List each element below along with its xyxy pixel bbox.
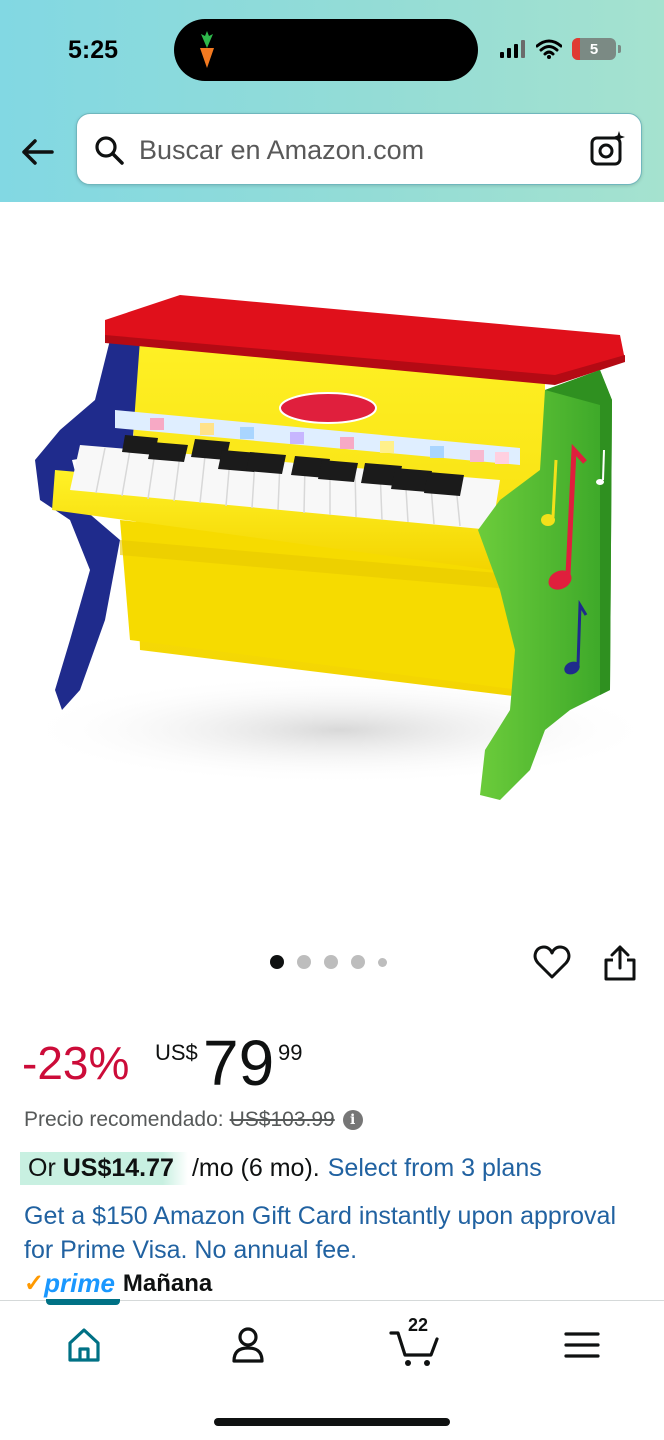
prime-check-icon: ✓ bbox=[24, 1269, 45, 1297]
carousel-dot[interactable] bbox=[351, 955, 365, 969]
back-arrow-icon[interactable] bbox=[18, 132, 58, 172]
select-plans-link[interactable]: Select from 3 plans bbox=[328, 1154, 542, 1183]
list-price-value: US$103.99 bbox=[229, 1108, 335, 1131]
price-currency: US$ bbox=[155, 1040, 198, 1065]
account-icon[interactable] bbox=[226, 1323, 270, 1367]
bottom-navigation: 22 bbox=[0, 1299, 664, 1440]
discount-percentage: -23% bbox=[22, 1037, 130, 1089]
search-icon bbox=[95, 136, 124, 165]
price-whole: 79 bbox=[203, 1027, 275, 1099]
carousel-dot[interactable] bbox=[324, 955, 338, 969]
carrot-app-icon bbox=[200, 31, 214, 68]
cellular-signal-icon bbox=[500, 40, 525, 58]
battery-level: 5 bbox=[589, 40, 599, 58]
share-icon[interactable] bbox=[602, 944, 638, 982]
product-image-toy-piano[interactable] bbox=[0, 210, 664, 930]
battery-cap bbox=[618, 45, 621, 53]
search-input[interactable] bbox=[139, 130, 559, 170]
menu-icon[interactable] bbox=[560, 1323, 604, 1367]
financing-term: /mo (6 mo). bbox=[191, 1154, 320, 1182]
heart-icon[interactable] bbox=[532, 943, 572, 983]
carousel-dot[interactable] bbox=[378, 957, 387, 967]
delivery-day: Mañana bbox=[122, 1269, 213, 1297]
app-header: 5:25 5 bbox=[0, 0, 664, 202]
dynamic-island bbox=[174, 19, 478, 81]
status-icons: 5 bbox=[500, 38, 621, 60]
financing-row: Or US$14.77 /mo (6 mo). Select from 3 pl… bbox=[20, 1152, 542, 1185]
wifi-icon bbox=[536, 39, 562, 59]
active-tab-indicator bbox=[46, 1299, 120, 1305]
list-price-label: Precio recomendado: bbox=[24, 1108, 224, 1131]
carousel-dot[interactable] bbox=[270, 955, 284, 969]
carousel-dot[interactable] bbox=[297, 955, 311, 969]
prime-visa-promo-link[interactable]: Get a $150 Amazon Gift Card instantly up… bbox=[24, 1199, 624, 1267]
info-icon[interactable]: i bbox=[342, 1110, 363, 1130]
status-time: 5:25 bbox=[68, 36, 119, 64]
image-carousel-dots[interactable] bbox=[270, 955, 387, 969]
battery-indicator: 5 bbox=[572, 38, 621, 60]
cart-count: 22 bbox=[408, 1315, 429, 1335]
battery-fill bbox=[572, 38, 580, 60]
camera-lens-icon[interactable] bbox=[589, 130, 627, 168]
search-bar[interactable] bbox=[76, 113, 642, 185]
home-indicator-bar[interactable] bbox=[214, 1418, 450, 1426]
prime-logo: prime bbox=[44, 1268, 115, 1298]
list-price-row: Precio recomendado: US$103.99 i bbox=[24, 1108, 363, 1132]
financing-amount: US$14.77 bbox=[62, 1154, 174, 1182]
financing-highlight: Or US$14.77 bbox=[20, 1152, 188, 1185]
home-icon[interactable] bbox=[62, 1323, 106, 1367]
prime-delivery-row: ✓ prime Mañana bbox=[24, 1268, 212, 1299]
financing-prefix: Or bbox=[28, 1154, 56, 1182]
price-fraction: 99 bbox=[278, 1040, 303, 1065]
